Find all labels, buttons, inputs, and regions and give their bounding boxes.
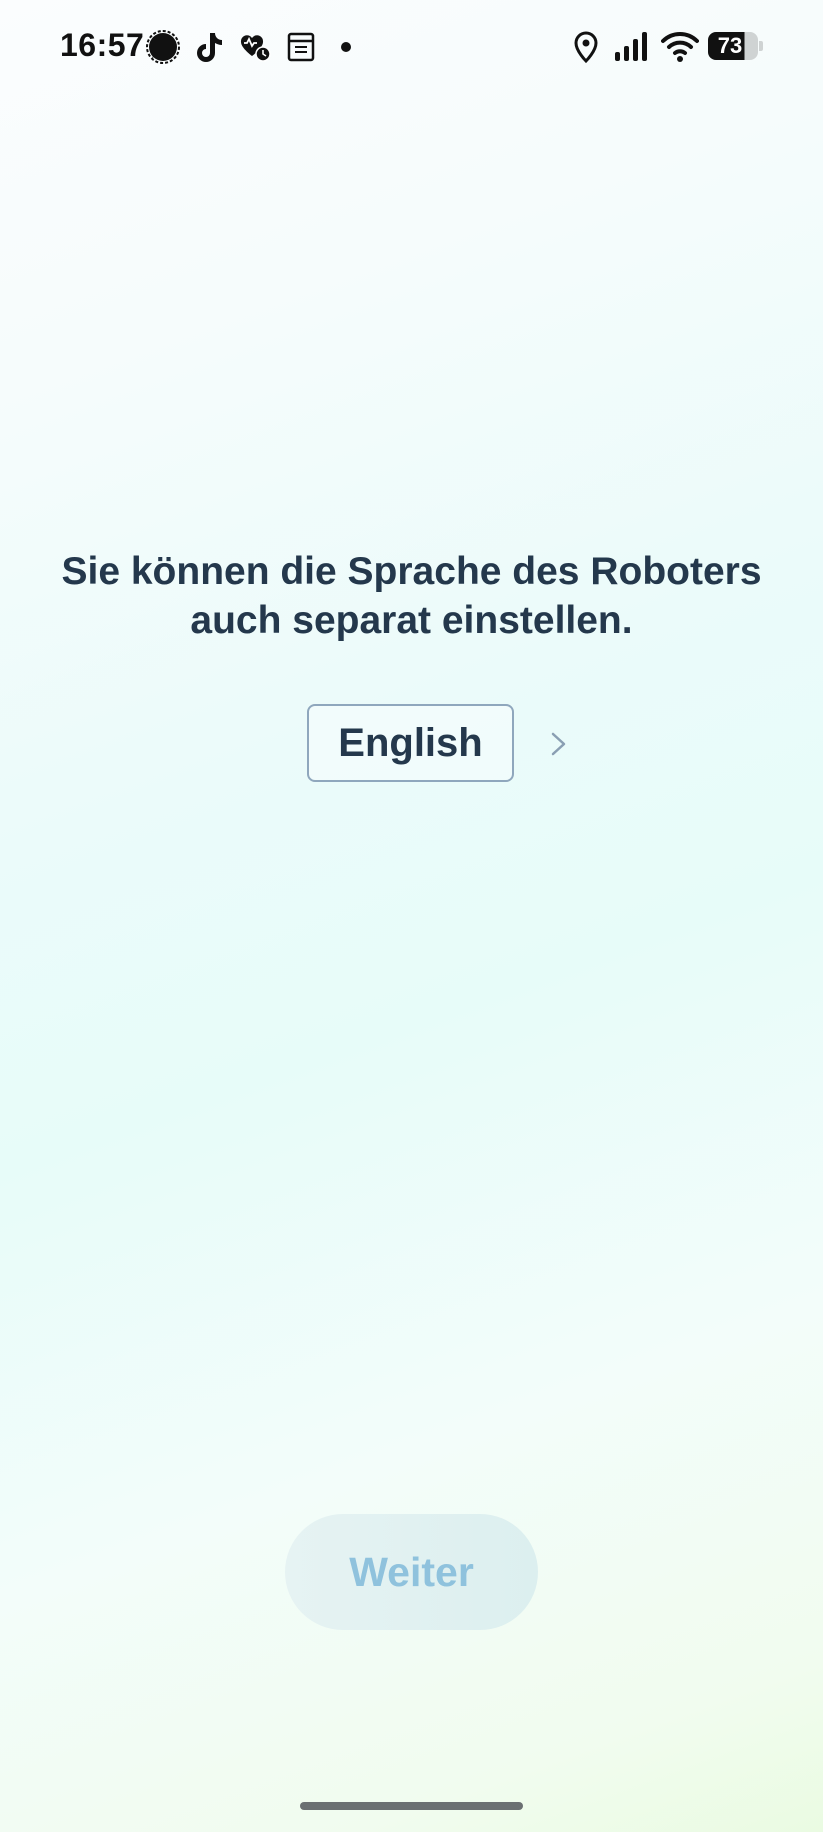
wifi-icon [661,31,699,62]
next-button[interactable]: Weiter [285,1514,538,1630]
home-indicator[interactable] [300,1802,523,1810]
notification-dot-icon [341,42,351,52]
language-button-label: English [338,720,483,765]
language-select-button[interactable]: English [307,704,514,782]
page-headline: Sie können die Sprache des Roboters auch… [61,550,762,642]
battery-level: 73 [717,33,743,58]
battery-indicator: 73 [708,32,763,60]
status-time: 16:57 [60,27,145,63]
signal-messenger-icon [146,30,180,64]
status-bar: 16:57 73 [0,0,823,96]
next-button-label: Weiter [349,1548,474,1595]
tiktok-icon [197,33,222,62]
cellular-signal-icon [615,32,647,61]
location-icon [574,31,598,64]
health-app-icon [240,35,271,62]
calendar-app-icon [287,32,315,62]
chevron-right-icon[interactable] [548,730,570,758]
